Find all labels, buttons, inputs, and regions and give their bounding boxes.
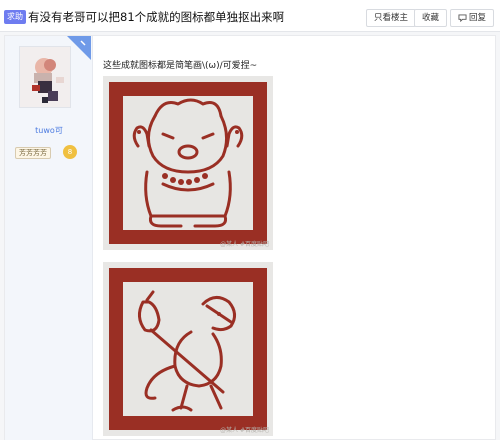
- reply-button[interactable]: 回复: [450, 9, 495, 27]
- avatar-image: [20, 47, 70, 107]
- category-tag[interactable]: 求助: [4, 10, 26, 24]
- post-image-mouse[interactable]: @某人 #百度贴吧: [103, 262, 273, 436]
- reply-button-label: 回复: [469, 13, 487, 23]
- reply-icon: [458, 14, 467, 22]
- only-author-button[interactable]: 只看楼主: [366, 9, 417, 27]
- thread-header: 求助 有没有老哥可以把81个成就的图标都单独抠出来啊 只看楼主 收藏 回复: [0, 0, 500, 32]
- author-username[interactable]: tuwo可: [5, 125, 93, 136]
- author-panel: tuwo可 芳芳芳芳 8: [5, 36, 93, 440]
- thread-title: 有没有老哥可以把81个成就的图标都单独抠出来啊: [28, 10, 285, 24]
- author-badge-icon: [67, 36, 91, 60]
- bear-icon: [103, 76, 273, 250]
- post-text: 这些成就图标都是简笔画\(ω)/可爱捏~: [103, 61, 258, 71]
- level-number-badge: 8: [63, 145, 77, 159]
- post-image-bear[interactable]: @某人 #百度贴吧: [103, 76, 273, 250]
- post-card: tuwo可 芳芳芳芳 8 这些成就图标都是简笔画\(ω)/可爱捏~ @某人 #百…: [4, 35, 496, 440]
- favorite-button[interactable]: 收藏: [414, 9, 448, 27]
- mouse-bindle-icon: [103, 262, 273, 436]
- image-watermark: @某人 #百度贴吧: [220, 241, 269, 248]
- image-watermark: @某人 #百度贴吧: [220, 427, 269, 434]
- avatar[interactable]: [19, 46, 71, 108]
- level-title-badge: 芳芳芳芳: [15, 147, 51, 159]
